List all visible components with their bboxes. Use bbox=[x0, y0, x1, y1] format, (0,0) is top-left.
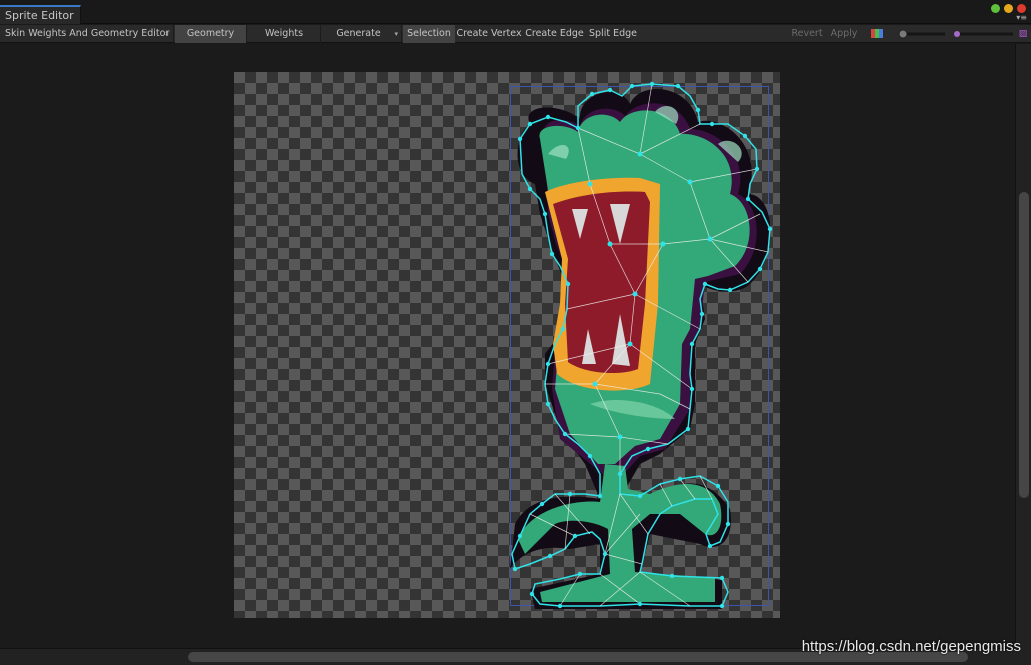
generate-button[interactable]: Generate ▾ bbox=[330, 25, 402, 43]
window-menu-icon[interactable]: ▾≡ bbox=[1016, 13, 1027, 22]
close-button[interactable] bbox=[1017, 4, 1026, 13]
tab-bar: Sprite Editor ▾≡ bbox=[0, 0, 1031, 24]
resize-handle-icon[interactable]: ▨ bbox=[1017, 25, 1029, 43]
tab-weights[interactable]: Weights bbox=[248, 25, 321, 43]
module-dropdown[interactable]: Skin Weights And Geometry Editor ⬍ bbox=[0, 25, 174, 43]
split-edge-button[interactable]: Split Edge bbox=[586, 25, 640, 43]
vertical-scroll-thumb[interactable] bbox=[1019, 192, 1029, 498]
module-dropdown-label: Skin Weights And Geometry Editor bbox=[5, 28, 170, 39]
zoom-slider[interactable] bbox=[897, 25, 949, 43]
selection-button[interactable]: Selection bbox=[403, 25, 455, 43]
revert-button[interactable]: Revert bbox=[789, 25, 825, 43]
maximize-button[interactable] bbox=[1004, 4, 1013, 13]
watermark: https://blog.csdn.net/gepengmiss bbox=[801, 638, 1021, 655]
mip-slider[interactable] bbox=[951, 25, 1015, 43]
apply-button[interactable]: Apply bbox=[827, 25, 861, 43]
sprite-image bbox=[510, 89, 771, 609]
generate-label: Generate bbox=[336, 28, 381, 39]
vertical-scrollbar[interactable] bbox=[1015, 44, 1031, 648]
color-channel-toggle-icon[interactable] bbox=[867, 25, 887, 43]
create-edge-button[interactable]: Create Edge bbox=[524, 25, 585, 43]
dropdown-arrow-icon: ⬍ bbox=[164, 30, 170, 38]
sprite-canvas[interactable] bbox=[0, 44, 1015, 648]
tab-sprite-editor[interactable]: Sprite Editor bbox=[0, 5, 81, 24]
tab-geometry[interactable]: Geometry bbox=[175, 25, 247, 43]
sprite-mesh[interactable] bbox=[0, 44, 1015, 648]
create-vertex-button[interactable]: Create Vertex bbox=[456, 25, 522, 43]
toolbar: Skin Weights And Geometry Editor ⬍ Geome… bbox=[0, 25, 1031, 43]
minimize-button[interactable] bbox=[991, 4, 1000, 13]
dropdown-arrow-icon: ▾ bbox=[394, 30, 398, 38]
